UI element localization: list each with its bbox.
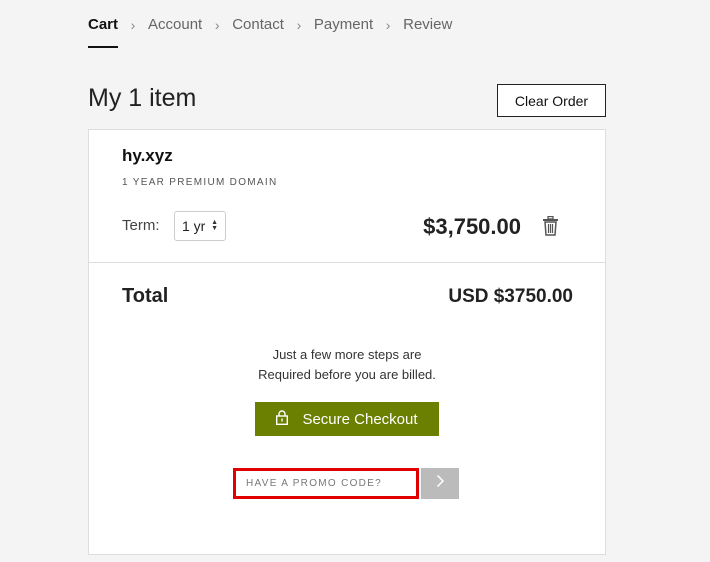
term-value: 1 yr <box>182 218 206 234</box>
crumb-cart[interactable]: Cart <box>88 14 119 48</box>
chevron-right-icon: › <box>385 17 391 33</box>
chevron-right-icon <box>436 474 445 493</box>
lock-icon <box>276 409 289 429</box>
promo-form <box>233 468 459 499</box>
crumb-contact[interactable]: Contact <box>232 14 284 48</box>
crumb-payment[interactable]: Payment <box>314 14 373 48</box>
cart-card: hy.xyz 1 YEAR PREMIUM DOMAIN Term: 1 yr … <box>88 129 606 555</box>
item-name: hy.xyz <box>122 146 173 165</box>
updown-arrows-icon: ▲ ▼ <box>211 219 218 232</box>
chevron-right-icon: › <box>214 17 220 33</box>
term-label: Term: <box>122 217 160 234</box>
total-value: USD $3750.00 <box>448 286 573 307</box>
clear-order-button[interactable]: Clear Order <box>497 84 606 117</box>
total-label: Total <box>122 285 169 307</box>
steps-note: Just a few more steps are Required befor… <box>89 345 605 385</box>
breadcrumb: Cart › Account › Contact › Payment › Rev… <box>88 14 452 48</box>
item-price: $3,750.00 <box>423 214 521 239</box>
divider <box>89 262 605 263</box>
checkout-label: Secure Checkout <box>302 410 418 428</box>
steps-line-1: Just a few more steps are <box>272 347 422 362</box>
item-type: 1 YEAR PREMIUM DOMAIN <box>122 177 278 188</box>
steps-line-2: Required before you are billed. <box>258 367 436 382</box>
crumb-account[interactable]: Account <box>148 14 202 48</box>
chevron-right-icon: › <box>296 17 302 33</box>
term-select[interactable]: 1 yr ▲ ▼ <box>174 211 226 241</box>
page-title: My 1 item <box>88 84 197 112</box>
chevron-right-icon: › <box>130 17 136 33</box>
crumb-review[interactable]: Review <box>403 14 452 48</box>
promo-code-input[interactable] <box>233 468 419 499</box>
trash-icon[interactable] <box>542 215 559 236</box>
secure-checkout-button[interactable]: Secure Checkout <box>255 402 439 436</box>
promo-submit-button[interactable] <box>421 468 459 499</box>
